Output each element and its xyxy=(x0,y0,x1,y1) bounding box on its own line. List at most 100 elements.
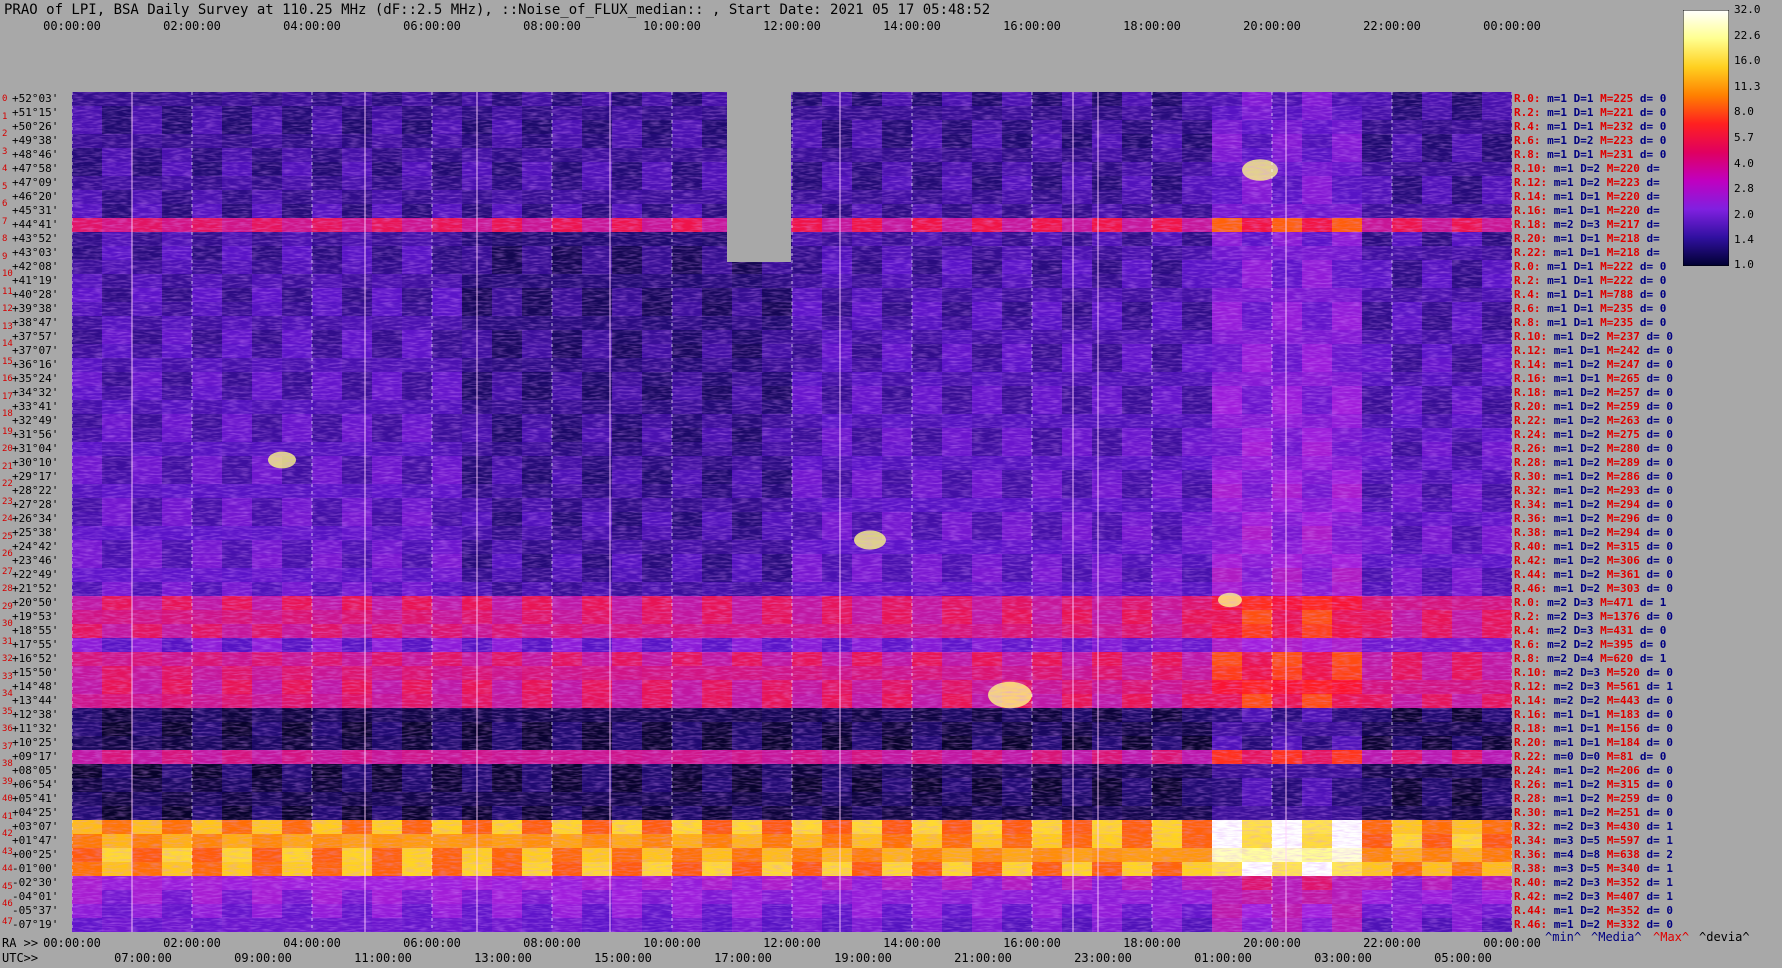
stat-d: d= 2 xyxy=(1646,848,1674,861)
stat-r: R.28: xyxy=(1514,792,1548,805)
stat-r: R.16: xyxy=(1514,372,1548,385)
row-index: 3 xyxy=(2,146,8,157)
declination-label: +27°28' xyxy=(12,498,59,511)
declination-label: +10°25' xyxy=(12,736,59,749)
declination-label: +43°52' xyxy=(12,232,59,245)
declination-label: +14°48' xyxy=(12,680,59,693)
stat-row: R.36: m=1 D=2 M=296 d= 0 xyxy=(1514,512,1673,525)
stat-D: D=2 xyxy=(1580,176,1601,189)
stat-D: D=3 xyxy=(1580,876,1601,889)
stat-D: D=1 xyxy=(1573,316,1594,329)
stat-D: D=2 xyxy=(1580,764,1601,777)
row-index: 32 xyxy=(2,654,13,664)
stat-r: R.6: xyxy=(1514,302,1541,315)
stat-row: R.4: m=2 D=3 M=431 d= 0 xyxy=(1514,624,1666,637)
stat-M: M=259 xyxy=(1606,400,1640,413)
declination-label: +37°07' xyxy=(12,344,59,357)
stat-d: d= 0 xyxy=(1646,428,1674,441)
stat-m: m=1 xyxy=(1553,806,1574,819)
stat-m: m=1 xyxy=(1553,246,1574,259)
stat-D: D=3 xyxy=(1573,596,1594,609)
stat-m: m=1 xyxy=(1553,498,1574,511)
stat-row: R.28: m=1 D=2 M=259 d= 0 xyxy=(1514,792,1673,805)
top-tick-label: 00:00:00 xyxy=(43,19,101,33)
stat-m: m=1 xyxy=(1547,92,1567,105)
stat-row: R.12: m=2 D=3 M=561 d= 1 xyxy=(1514,680,1673,693)
stat-M: M=81 xyxy=(1606,750,1634,763)
stat-M: M=237 xyxy=(1606,330,1640,343)
stat-r: R.26: xyxy=(1514,778,1548,791)
declination-label: -05°37' xyxy=(12,904,59,917)
stat-m: m=1 xyxy=(1553,162,1574,175)
stat-row: R.0: m=1 D=1 M=222 d= 0 xyxy=(1514,260,1666,273)
stat-D: D=1 xyxy=(1580,232,1601,245)
row-index: 28 xyxy=(2,584,13,594)
stat-d: d= 0 xyxy=(1646,442,1674,455)
stat-M: M=251 xyxy=(1606,806,1640,819)
stat-M: M=220 xyxy=(1606,204,1640,217)
stat-r: R.22: xyxy=(1514,246,1548,259)
stat-d: d= xyxy=(1646,176,1660,189)
stat-m: m=2 xyxy=(1553,820,1574,833)
declination-label: +44°41' xyxy=(12,218,59,231)
stat-r: R.10: xyxy=(1514,330,1548,343)
ra-tick-label: 00:00:00 xyxy=(43,936,101,950)
footer-legend-item: ^devia^ xyxy=(1699,930,1750,944)
stat-M: M=235 xyxy=(1600,316,1634,329)
stat-d: d= 0 xyxy=(1639,92,1667,105)
stat-d: d= 0 xyxy=(1639,106,1667,119)
stat-m: m=1 xyxy=(1553,358,1574,371)
stat-r: R.8: xyxy=(1514,652,1541,665)
stat-d: d= 0 xyxy=(1646,708,1674,721)
stat-d: d= 0 xyxy=(1646,764,1674,777)
row-index: 45 xyxy=(2,881,13,892)
stat-row: R.4: m=1 D=1 M=232 d= 0 xyxy=(1514,120,1666,133)
stat-D: D=1 xyxy=(1573,92,1594,105)
top-tick-label: 16:00:00 xyxy=(1003,19,1061,33)
stat-r: R.40: xyxy=(1514,540,1548,553)
stat-d: d= 0 xyxy=(1639,148,1667,161)
stat-m: m=1 xyxy=(1553,232,1574,245)
top-tick-label: 22:00:00 xyxy=(1363,19,1421,33)
stat-M: M=217 xyxy=(1606,218,1640,231)
top-tick-label: 12:00:00 xyxy=(763,19,821,33)
stat-r: R.4: xyxy=(1514,288,1541,301)
stat-d: d= 0 xyxy=(1646,470,1674,483)
stat-M: M=156 xyxy=(1606,722,1640,735)
stat-d: d= 1 xyxy=(1639,596,1667,609)
stat-r: R.10: xyxy=(1514,162,1548,175)
stat-M: M=443 xyxy=(1606,694,1640,707)
stat-d: d= 0 xyxy=(1639,316,1667,329)
row-index: 24 xyxy=(2,514,13,524)
row-index: 9 xyxy=(2,251,8,262)
top-tick-label: 14:00:00 xyxy=(883,19,941,33)
stat-d: d= 0 xyxy=(1639,638,1667,651)
stat-row: R.18: m=1 D=2 M=257 d= 0 xyxy=(1514,386,1673,399)
stat-m: m=1 xyxy=(1553,330,1574,343)
stat-d: d= 0 xyxy=(1639,302,1667,315)
stat-r: R.46: xyxy=(1514,918,1548,931)
stat-M: M=620 xyxy=(1600,652,1634,665)
stat-d: d= 0 xyxy=(1646,526,1674,539)
row-index: 23 xyxy=(2,496,13,507)
stat-r: R.4: xyxy=(1514,624,1541,637)
stat-row: R.2: m=1 D=1 M=222 d= 0 xyxy=(1514,274,1666,287)
top-tick-label: 08:00:00 xyxy=(523,19,581,33)
stat-d: d= 0 xyxy=(1646,666,1674,679)
declination-label: +20°50' xyxy=(12,596,59,609)
declination-label: +36°16' xyxy=(12,358,59,371)
footer-legend-item: ^Media^ xyxy=(1591,930,1642,944)
stat-D: D=1 xyxy=(1573,288,1594,301)
stat-D: D=3 xyxy=(1580,680,1601,693)
stat-row: R.26: m=1 D=2 M=280 d= 0 xyxy=(1514,442,1673,455)
row-index: 40 xyxy=(2,794,13,804)
stat-m: m=2 xyxy=(1553,218,1574,231)
stat-D: D=2 xyxy=(1580,904,1601,917)
stat-D: D=2 xyxy=(1580,428,1601,441)
stat-m: m=1 xyxy=(1553,484,1574,497)
stat-r: R.8: xyxy=(1514,148,1541,161)
row-index: 19 xyxy=(2,426,13,437)
stat-D: D=2 xyxy=(1573,134,1594,147)
stat-D: D=3 xyxy=(1580,218,1601,231)
stat-D: D=5 xyxy=(1580,834,1601,847)
